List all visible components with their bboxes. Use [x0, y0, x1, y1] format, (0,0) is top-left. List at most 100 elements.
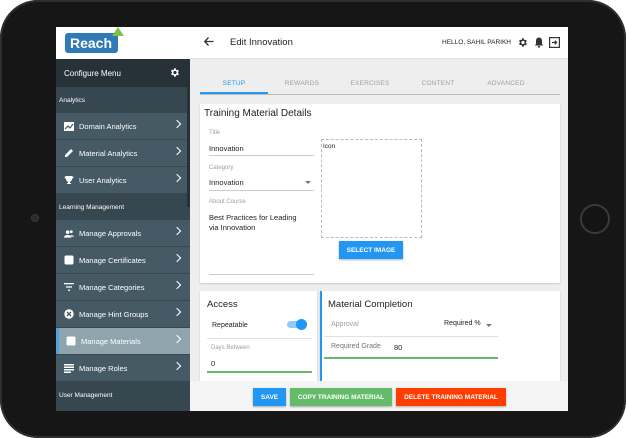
toggle-knob — [296, 319, 307, 330]
repeatable-toggle[interactable] — [287, 319, 307, 330]
chevron-right-icon — [172, 307, 182, 317]
page-title: Edit Innovation — [230, 37, 293, 48]
chevron-right-icon — [172, 226, 182, 236]
sidebar-item-material-analytics[interactable]: Material Analytics — [56, 140, 190, 166]
dropdown-arrow-icon[interactable] — [305, 181, 311, 184]
access-card: Access Repeatable Days Between 0 — [200, 291, 317, 387]
chevron-right-icon — [172, 280, 182, 290]
tab-rewards[interactable]: REWARDS — [268, 73, 336, 94]
title-input[interactable]: Innovation — [209, 144, 244, 153]
dropdown-arrow-icon[interactable] — [486, 324, 492, 327]
chevron-right-icon — [172, 253, 182, 263]
completion-heading: Material Completion — [328, 299, 413, 310]
sidebar-item-manage-approvals[interactable]: Manage Approvals — [56, 220, 190, 246]
category-select[interactable]: Innovation — [209, 178, 244, 187]
title-label: Title — [209, 130, 221, 136]
sidebar-item-label: Manage Materials — [81, 336, 141, 346]
about-course-line-1[interactable]: Best Practices for Leading — [209, 213, 297, 222]
access-heading: Access — [207, 299, 238, 310]
sidebar-item-label: Manage Certificates — [79, 255, 146, 265]
users-icon — [64, 228, 74, 238]
sidebar-item-label: Manage Roles — [79, 363, 128, 373]
cancel-circle-icon — [64, 309, 74, 319]
icon-dropzone[interactable]: Icon — [321, 139, 422, 238]
tab-bar: SETUP REWARDS EXERCISES CONTENT ADVANCED — [200, 73, 560, 95]
camera — [31, 214, 39, 222]
sidebar-item-manage-materials[interactable]: Manage Materials — [56, 328, 190, 354]
configure-menu-label: Configure Menu — [64, 68, 121, 78]
select-image-button[interactable]: SELECT IMAGE — [339, 241, 403, 259]
logo-text: Reach — [70, 35, 113, 51]
sidebar-item-label: Material Analytics — [79, 148, 138, 158]
sidebar: Reach Configure Menu Analytics Domain An… — [56, 27, 190, 411]
reach-logo[interactable]: Reach — [65, 27, 125, 53]
back-arrow-icon[interactable] — [198, 36, 220, 49]
copy-training-material-button[interactable]: COPY TRAINING MATERIAL — [290, 388, 392, 406]
divider — [207, 338, 312, 339]
save-button[interactable]: SAVE — [253, 388, 286, 406]
home-button[interactable] — [580, 204, 610, 234]
gear-icon[interactable] — [169, 67, 180, 80]
title-underline — [209, 155, 314, 156]
tablet-frame: Reach Configure Menu Analytics Domain An… — [0, 0, 626, 438]
sidebar-scrollbar[interactable] — [187, 87, 190, 207]
chevron-right-icon — [172, 334, 182, 344]
logout-icon[interactable] — [549, 37, 560, 48]
sidebar-item-manage-roles[interactable]: Manage Roles — [56, 355, 190, 381]
required-grade-underline — [324, 357, 498, 359]
trophy-icon — [64, 175, 74, 185]
logo-arrow-icon — [112, 27, 125, 36]
top-bar: Edit Innovation HELLO, SAHIL PARIKH — [190, 27, 568, 59]
action-bar: SAVE COPY TRAINING MATERIAL DELETE TRAIN… — [190, 381, 568, 411]
sidebar-item-manage-categories[interactable]: Manage Categories — [56, 274, 190, 300]
configure-menu-header: Configure Menu — [56, 59, 190, 87]
section-learning-management: Learning Management — [59, 203, 125, 211]
icon-label: Icon — [323, 143, 336, 150]
bell-icon[interactable] — [533, 37, 544, 48]
category-underline — [209, 190, 314, 191]
tab-setup[interactable]: SETUP — [200, 73, 268, 94]
approval-label: Approval — [331, 321, 359, 328]
card-heading: Training Material Details — [204, 108, 312, 119]
training-material-details-card: Training Material Details Title Innovati… — [200, 104, 560, 283]
category-label: Category — [209, 165, 234, 171]
sidebar-item-label: Domain Analytics — [79, 121, 137, 131]
user-greeting[interactable]: HELLO, SAHIL PARIKH — [442, 39, 511, 46]
about-course-label: About Course — [209, 199, 246, 205]
gear-icon[interactable] — [517, 37, 528, 48]
chevron-right-icon — [172, 361, 182, 371]
section-user-management: User Management — [59, 391, 113, 399]
tab-advanced[interactable]: ADVANCED — [472, 73, 540, 94]
pencil-icon — [64, 148, 74, 158]
about-course-line-2[interactable]: via Innovation — [209, 223, 255, 232]
days-between-label: Days Between — [211, 345, 250, 351]
chevron-right-icon — [172, 173, 182, 183]
certificate-icon — [64, 255, 74, 265]
sidebar-item-domain-analytics[interactable]: Domain Analytics — [56, 113, 190, 139]
filter-icon — [64, 282, 74, 292]
section-analytics: Analytics — [59, 96, 86, 104]
chart-icon — [64, 121, 74, 131]
tab-exercises[interactable]: EXERCISES — [336, 73, 404, 94]
app-screen: Reach Configure Menu Analytics Domain An… — [56, 27, 568, 411]
sidebar-item-label: User Analytics — [79, 175, 127, 185]
list-icon — [64, 363, 74, 373]
sidebar-item-label: Manage Hint Groups — [79, 309, 149, 319]
chevron-right-icon — [172, 119, 182, 129]
sidebar-item-user-analytics[interactable]: User Analytics — [56, 167, 190, 193]
sidebar-item-manage-hint-groups[interactable]: Manage Hint Groups — [56, 301, 190, 327]
about-course-underline — [209, 274, 314, 275]
days-between-input[interactable]: 0 — [211, 359, 215, 368]
days-between-underline — [207, 371, 312, 373]
logo-area: Reach — [56, 27, 190, 59]
delete-training-material-button[interactable]: DELETE TRAINING MATERIAL — [396, 388, 506, 406]
repeatable-label: Repeatable — [212, 322, 248, 329]
sidebar-item-manage-certificates[interactable]: Manage Certificates — [56, 247, 190, 273]
material-completion-card: Material Completion Approval Required % … — [320, 291, 560, 387]
chevron-right-icon — [172, 146, 182, 156]
required-grade-input[interactable]: 80 — [394, 343, 402, 352]
approval-select[interactable]: Required % — [444, 320, 481, 327]
sidebar-item-label: Manage Approvals — [79, 228, 142, 238]
sidebar-item-label: Manage Categories — [79, 282, 145, 292]
tab-content[interactable]: CONTENT — [404, 73, 472, 94]
